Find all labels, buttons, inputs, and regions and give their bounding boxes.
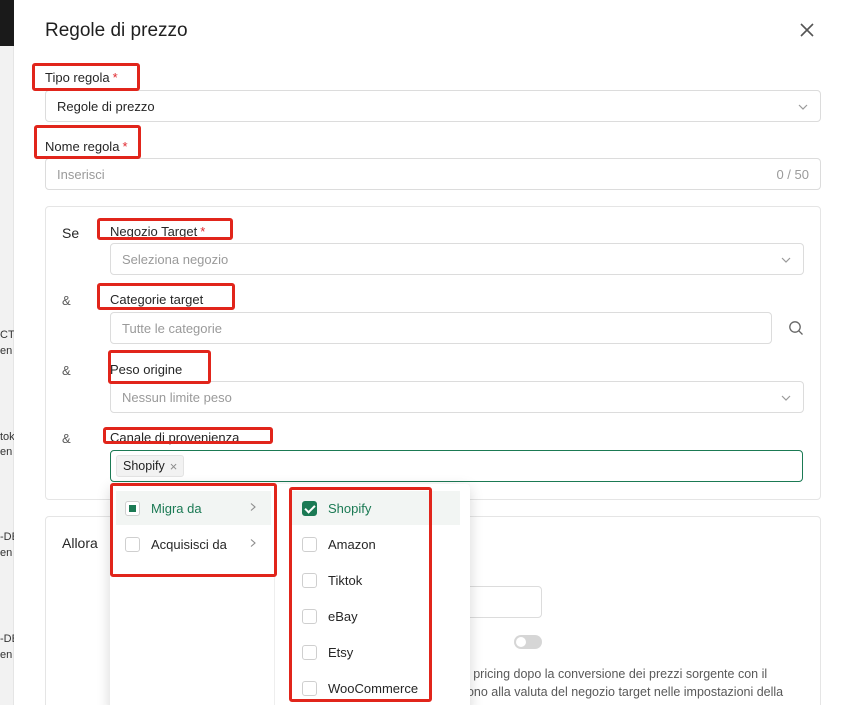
checkbox[interactable]: [302, 500, 317, 516]
option-label: Shopify: [328, 500, 372, 516]
channel-tag: Shopify ×: [116, 455, 185, 477]
background-text: en: [0, 345, 13, 357]
target-store-select[interactable]: Seleziona negozio: [110, 243, 804, 275]
checkbox[interactable]: [302, 608, 317, 624]
checkbox[interactable]: [302, 644, 317, 660]
origin-weight-placeholder: Nessun limite peso: [122, 389, 232, 405]
origin-weight-label: Peso origine: [110, 362, 183, 377]
target-categories-placeholder: Tutte le categorie: [122, 320, 222, 336]
background-text: tok: [0, 431, 15, 443]
source-channel-label: Canale di provenienza: [110, 430, 240, 445]
checkbox[interactable]: [125, 536, 140, 552]
chevron-right-icon: [250, 539, 256, 547]
tag-remove-icon[interactable]: ×: [170, 459, 178, 474]
checkbox[interactable]: [302, 572, 317, 588]
currency-toggle[interactable]: [514, 635, 542, 649]
option-label: eBay: [328, 608, 358, 624]
background-page: CTO en tok en -DE en -DE en: [0, 0, 23, 705]
target-store-placeholder: Seleziona negozio: [122, 251, 229, 267]
channel-tag-label: Shopify: [123, 459, 165, 473]
cascader-option-etsy[interactable]: Etsy: [290, 635, 460, 669]
description-line: di pricing dopo la conversione dei prezz…: [460, 667, 768, 681]
chevron-down-icon: [781, 395, 791, 401]
checkbox[interactable]: [125, 500, 140, 516]
option-label: WooCommerce: [328, 680, 419, 696]
background-text: en: [0, 446, 13, 458]
checkbox[interactable]: [302, 680, 317, 696]
char-counter: 0 / 50: [776, 167, 809, 182]
rule-name-placeholder: Inserisci: [57, 166, 105, 182]
close-icon[interactable]: [797, 20, 817, 40]
source-channel-select[interactable]: Shopify ×: [110, 450, 803, 482]
dialog-title: Regole di prezzo: [45, 20, 188, 41]
option-label: Tiktok: [328, 572, 363, 588]
rule-type-select[interactable]: Regole di prezzo: [45, 90, 821, 122]
cascader-option-shopify[interactable]: Shopify: [290, 491, 460, 525]
chevron-down-icon: [781, 257, 791, 263]
option-label: Etsy: [328, 644, 354, 660]
target-categories-input[interactable]: Tutte le categorie: [110, 312, 772, 344]
cascader-option-tiktok[interactable]: Tiktok: [290, 563, 460, 597]
and-label: &: [62, 293, 71, 308]
cascader-option-amazon[interactable]: Amazon: [290, 527, 460, 561]
checkbox[interactable]: [302, 536, 317, 552]
then-label: Allora: [62, 535, 98, 551]
background-text: en: [0, 649, 13, 661]
origin-weight-select[interactable]: Nessun limite peso: [110, 381, 804, 413]
cascader-option-migrate-from[interactable]: Migra da: [116, 491, 271, 525]
if-label: Se: [62, 225, 80, 241]
background-text: en: [0, 547, 13, 559]
rule-name-input[interactable]: Inserisci 0 / 50: [45, 158, 821, 190]
cascader-option-ebay[interactable]: eBay: [290, 599, 460, 633]
rule-type-label: Tipo regola *: [45, 70, 118, 85]
and-label: &: [62, 431, 71, 446]
option-label: Amazon: [328, 536, 376, 552]
pricing-rule-drawer: Regole di prezzo Tipo regola * Regole di …: [14, 0, 847, 705]
rule-type-value: Regole di prezzo: [57, 98, 155, 114]
option-label: Acquisisci da: [151, 536, 227, 552]
chevron-down-icon: [798, 104, 808, 110]
description-line: dono alla valuta del negozio target nell…: [460, 685, 784, 699]
search-icon[interactable]: [788, 320, 804, 336]
background-header: [0, 0, 14, 46]
channel-cascader: Migra da Acquisisci da Shopify Amazon Ti…: [110, 484, 470, 705]
rule-name-label: Nome regola *: [45, 139, 128, 154]
target-categories-label: Categorie target: [110, 292, 204, 307]
and-label: &: [62, 363, 71, 378]
cascader-option-woocommerce[interactable]: WooCommerce: [290, 671, 460, 705]
chevron-right-icon: [250, 503, 256, 511]
target-store-label: Negozio Target *: [110, 224, 206, 239]
option-label: Migra da: [151, 500, 202, 516]
cascader-option-acquire-from[interactable]: Acquisisci da: [116, 527, 271, 561]
